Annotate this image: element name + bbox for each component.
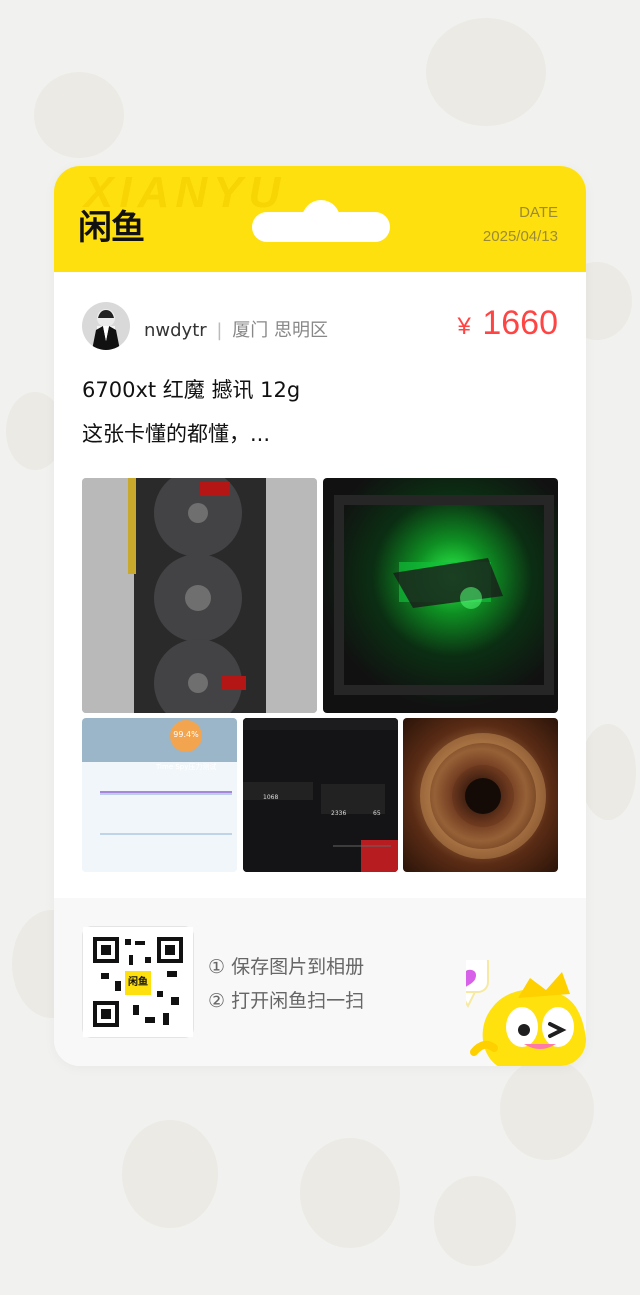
price-value: 1660 [482,304,558,342]
xianyu-logo: 闲鱼 [78,208,145,248]
background-blob [580,724,636,820]
date-value: 2025/04/13 [482,228,558,245]
instruction-step-2: ② 打开闲鱼扫一扫 [208,990,365,1012]
background-blob [122,1120,218,1228]
gpu-value-1: 1068 [263,794,279,801]
benchmark-image [82,718,237,872]
share-card: XIANYU 闲鱼 DATE 2025/04/13 nwdytr | 厦门 思明… [54,166,586,1066]
instruction-step-1: ① 保存图片到相册 [208,956,365,978]
seller-separator: | [216,320,223,341]
seller-info: nwdytr | 厦门 思明区 [144,316,328,342]
background-blob [426,18,546,126]
date-label: DATE [519,204,558,221]
gpu-value-3: 65 [373,810,381,817]
photo-3[interactable]: 99.4% Time Spy压力测试 [82,718,237,872]
price: ¥ 1660 [458,304,558,343]
avatar-image [92,309,120,350]
background-blob [34,72,124,158]
benchmark-caption: Time Spy压力测试 [156,763,217,771]
render-image [403,718,558,872]
photo-2[interactable] [323,478,558,713]
background-blob [434,1176,516,1266]
item-title: 6700xt 红魔 撼讯 12g [82,378,301,402]
card-header: XIANYU 闲鱼 DATE 2025/04/13 [54,166,586,272]
card-footer: 闲鱼 ① 保存图片到相册 ② 打开闲鱼扫一扫 [54,898,586,1066]
gpu-value-2: 2336 [331,810,347,817]
graphics-card-image [82,478,317,713]
background-blob [500,1058,594,1160]
photo-4[interactable]: 1068 2336 65 [243,718,398,872]
item-description: 这张卡懂的都懂，... [82,422,271,446]
benchmark-score: 99.4% [173,730,199,739]
photo-5[interactable] [403,718,558,872]
background-blob [300,1138,400,1248]
mascot [439,951,586,1066]
seller-name: nwdytr [144,320,207,341]
qr-code[interactable]: 闲鱼 [82,926,194,1038]
photo-1[interactable] [82,478,317,713]
qr-logo: 闲鱼 [128,977,148,988]
pc-case-image [334,495,554,695]
mascot-image [439,951,586,1066]
seller-location: 厦门 思明区 [232,320,328,341]
avatar [82,302,130,350]
price-currency: ¥ [457,313,471,340]
header-pill [252,212,390,242]
